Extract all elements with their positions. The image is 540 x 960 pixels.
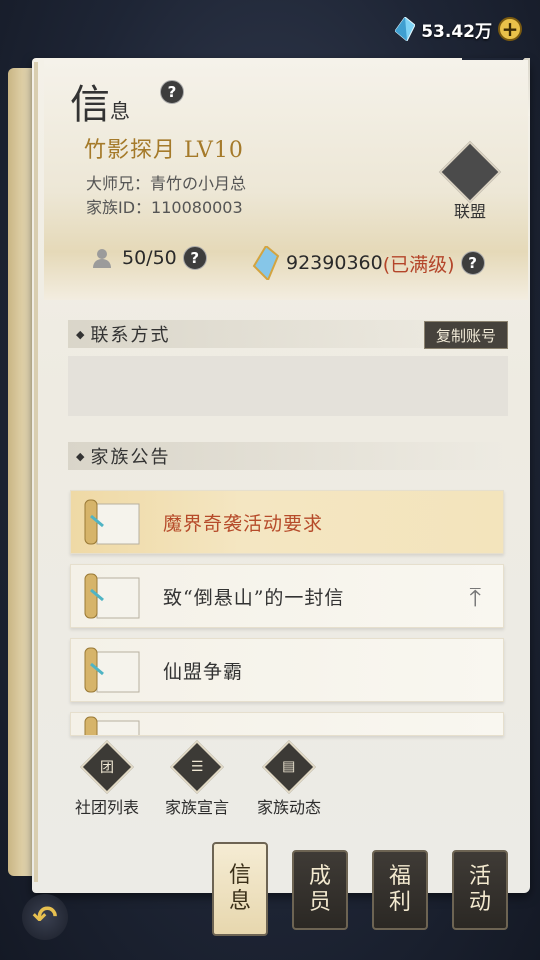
announcement-section-title: ◆ 家族公告 <box>68 442 508 470</box>
add-currency-button[interactable]: + <box>498 17 522 41</box>
tab-activity-char1: 活 <box>468 864 491 889</box>
currency-value: 53.42万 <box>421 21 492 42</box>
tab-welfare-char2: 利 <box>388 890 411 915</box>
tab-welfare-char1: 福 <box>388 864 411 889</box>
power-help-button[interactable]: ? <box>460 251 485 275</box>
announcement-item[interactable]: 致“倒悬山”的一封信 ⤒ <box>70 564 504 628</box>
contact-title-text: 联系方式 <box>90 325 171 346</box>
tab-info-char2: 息 <box>228 889 251 914</box>
members-icon <box>93 249 111 268</box>
declaration-icon: ☰ <box>170 740 224 794</box>
member-help-button[interactable]: ? <box>182 246 207 270</box>
announcement-text: 魔界奇袭活动要求 <box>163 512 324 535</box>
copy-account-button[interactable]: 复制账号 <box>424 321 508 349</box>
page-edge <box>34 62 38 882</box>
diamond-bullet-icon: ◆ <box>76 327 87 341</box>
scroll-book-icon <box>84 647 140 693</box>
tab-activity-char2: 动 <box>468 890 491 915</box>
contact-content-box <box>68 356 508 416</box>
clan-declaration-button[interactable]: ☰ 家族宣言 <box>152 740 242 818</box>
power-crystal-icon <box>252 246 280 280</box>
handshake-icon <box>438 140 502 204</box>
tab-members-char2: 员 <box>308 890 331 915</box>
scroll-book-icon <box>84 499 140 545</box>
tab-members[interactable]: 成 员 <box>292 850 348 930</box>
clan-power-value: 92390360 <box>286 252 383 274</box>
activity-log-icon: ▤ <box>262 740 316 794</box>
crystal-icon <box>395 17 416 41</box>
info-help-button[interactable]: ? <box>160 80 184 104</box>
clan-name: 竹影探月 LV10 <box>84 138 244 163</box>
clan-declaration-label: 家族宣言 <box>164 798 229 817</box>
clan-id: 家族ID：110080003 <box>86 198 243 217</box>
page-title: 信息 <box>70 72 130 130</box>
announcement-text: 致“倒悬山”的一封信 <box>163 586 345 609</box>
alliance-button[interactable]: 联盟 <box>438 140 502 222</box>
member-count: 50/50 ? <box>92 246 207 270</box>
member-count-value: 50/50 <box>122 247 177 269</box>
tab-info[interactable]: 信 息 <box>212 842 268 936</box>
scroll-book-icon <box>84 573 140 619</box>
announcement-item[interactable]: 仙盟争霸 <box>70 638 504 702</box>
tab-welfare[interactable]: 福 利 <box>372 850 428 930</box>
back-button[interactable]: ↶ <box>22 894 68 940</box>
tab-info-char1: 信 <box>228 863 251 888</box>
diamond-bullet-icon: ◆ <box>76 449 87 463</box>
scroll-book-icon <box>84 716 140 735</box>
announcement-item[interactable] <box>70 712 504 736</box>
page-title-small: 息 <box>110 99 130 123</box>
tab-activity[interactable]: 活 动 <box>452 850 508 930</box>
back-arrow-icon: ↶ <box>32 899 58 935</box>
clan-master: 大师兄：青竹の小月总 <box>86 174 247 193</box>
clan-power: 92390360 (已满级) ? <box>252 246 485 280</box>
clan-power-status: (已满级) <box>382 253 455 276</box>
currency-bar: 53.42万 + <box>395 12 522 46</box>
clan-activity-log-button[interactable]: ▤ 家族动态 <box>244 740 334 818</box>
announcement-item[interactable]: 魔界奇袭活动要求 <box>70 490 504 554</box>
club-list-icon: 团 <box>80 740 134 794</box>
tab-members-char1: 成 <box>308 864 331 889</box>
announcement-text: 仙盟争霸 <box>163 660 244 683</box>
page-title-big: 信 <box>70 82 110 128</box>
club-list-button[interactable]: 团 社团列表 <box>62 740 152 818</box>
club-list-label: 社团列表 <box>74 798 139 817</box>
pin-top-icon[interactable]: ⤒ <box>470 583 482 614</box>
announcement-title-text: 家族公告 <box>90 447 171 468</box>
clan-activity-log-label: 家族动态 <box>256 798 321 817</box>
